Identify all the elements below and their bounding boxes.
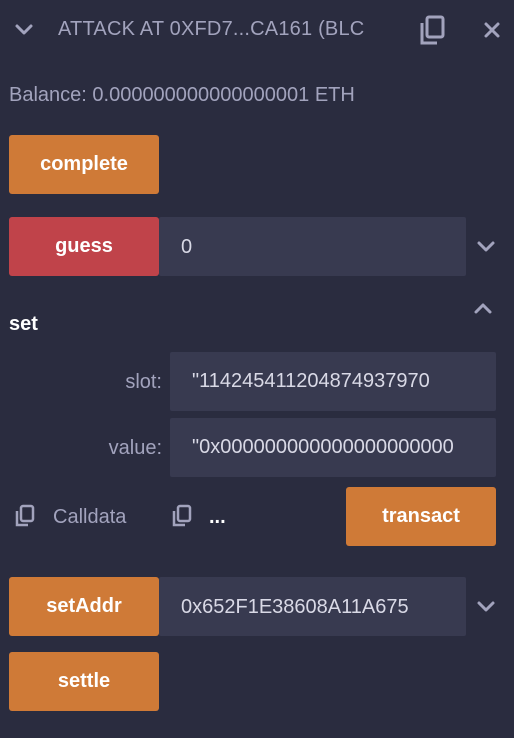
complete-button[interactable]: complete (9, 135, 159, 194)
slot-label: slot: (125, 371, 162, 393)
parameters-copy-icon[interactable] (171, 504, 193, 528)
transact-button[interactable]: transact (346, 487, 496, 546)
calldata-link[interactable]: Calldata (53, 503, 126, 531)
copy-icon[interactable] (418, 15, 446, 47)
set-function-label: set (9, 313, 38, 335)
instance-header: ATTACK AT 0XFD7...CA161 (BLC (0, 0, 514, 62)
instance-title[interactable]: ATTACK AT 0XFD7...CA161 (BLC (58, 14, 394, 44)
value-input[interactable]: "0x000000000000000000000 (170, 418, 496, 477)
setAddr-expand-chevron-down-icon[interactable] (476, 597, 496, 617)
close-icon[interactable] (483, 21, 501, 39)
guess-expand-chevron-down-icon[interactable] (476, 237, 496, 257)
set-collapse-chevron-up-icon[interactable] (473, 298, 493, 318)
calldata-copy-icon[interactable] (14, 504, 36, 528)
parameters-more-link[interactable]: ... (209, 503, 226, 531)
guess-input[interactable]: 0 (159, 217, 466, 276)
value-label: value: (108, 437, 162, 459)
balance-text: Balance: 0.000000000000000001 ETH (9, 84, 355, 106)
settle-button[interactable]: settle (9, 652, 159, 711)
slot-input[interactable]: "114245411204874937970 (170, 352, 496, 411)
guess-button[interactable]: guess (9, 217, 159, 276)
setAddr-button[interactable]: setAddr (9, 577, 159, 636)
setAddr-input[interactable]: 0x652F1E38608A11A675 (159, 577, 466, 636)
chevron-down-icon[interactable] (14, 20, 34, 40)
